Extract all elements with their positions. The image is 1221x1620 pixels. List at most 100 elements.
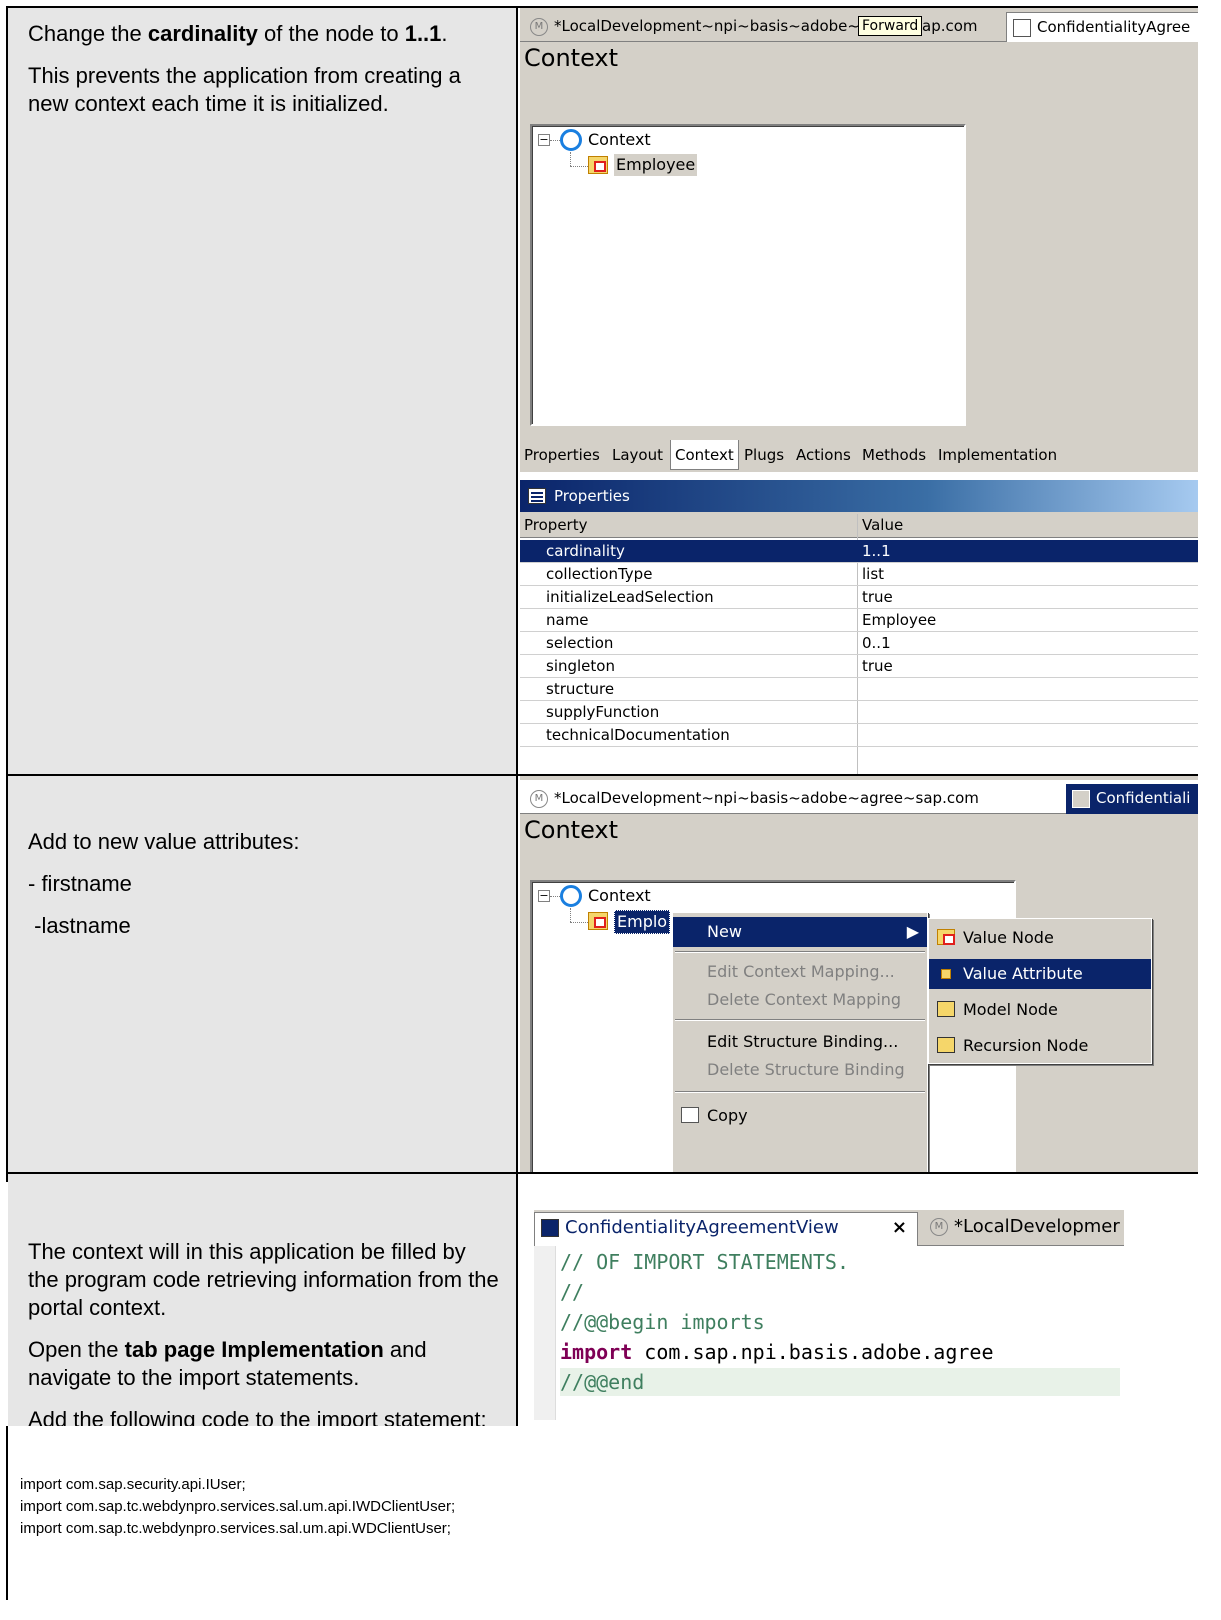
tab-properties[interactable]: Properties [524, 440, 600, 470]
editor-title: Context [524, 44, 619, 72]
menu-item-edit-structure-binding[interactable]: Edit Structure Binding... [673, 1027, 927, 1057]
property-row[interactable]: collectionType list [520, 563, 1198, 586]
menu-item-delete-context-mapping[interactable]: Delete Context Mapping [673, 985, 927, 1015]
menu-item-value-node[interactable]: Value Node [929, 923, 1151, 953]
editor-bottom-tabs: Properties Layout Context Plugs Actions … [520, 438, 1198, 472]
collapse-icon[interactable]: − [538, 134, 550, 146]
code-line: import com.sap.security.api.IUser; [20, 1476, 246, 1493]
step-row-imports: The context will in this application be … [8, 1174, 1198, 1434]
properties-table: Property Value cardinality 1..1 collectio… [520, 514, 1198, 774]
instruction-cell: Add to new value attributes: - firstname… [8, 776, 518, 1172]
model-icon: M [530, 18, 548, 36]
code-line: import com.sap.tc.webdynpro.services.sal… [20, 1498, 456, 1515]
editor-title: Context [524, 816, 619, 844]
tab-confidentiality-view[interactable]: ConfidentialityAgreementView × [534, 1212, 918, 1246]
property-row[interactable]: supplyFunction [520, 701, 1198, 724]
menu-item-edit-context-mapping[interactable]: Edit Context Mapping... [673, 957, 927, 987]
value-node-icon [588, 912, 608, 930]
view-icon [1072, 790, 1090, 808]
menu-item-model-node[interactable]: Model Node [929, 995, 1151, 1025]
properties-view-header: Properties [520, 480, 1198, 512]
properties-header: Property Value [520, 514, 1198, 538]
value-node-icon [588, 156, 608, 174]
code-line: import com.sap.tc.webdynpro.services.sal… [20, 1520, 451, 1537]
recursion-node-icon [937, 1037, 955, 1053]
context-editor: Context − Context Employee [520, 42, 1198, 446]
ide-window: M *LocalDevelopment~npi~basis~adobe~agre… [520, 776, 1198, 1172]
tab-confidentiality[interactable]: Confidentiali [1066, 784, 1198, 814]
view-icon [541, 1219, 559, 1237]
screenshot-cell: ConfidentialityAgreementView × M *LocalD… [520, 1174, 1198, 1432]
code-snippet: import com.sap.security.api.IUser; impor… [6, 1426, 1198, 1600]
value-attribute-icon [941, 969, 951, 979]
tab-context[interactable]: Context [670, 440, 739, 470]
tab-local-development[interactable]: M *LocalDevelopment~npi~basis~adobe~agre… [524, 784, 1060, 814]
tab-local-development[interactable]: M *LocalDevelopment~npi~basis~adobe~ Forw… [524, 12, 1000, 42]
new-submenu: Value Node Value Attribute Model Node Re… [928, 918, 1152, 1064]
property-row[interactable]: technicalDocumentation [520, 724, 1198, 747]
instruction-text: Add to new value attributes: [28, 829, 300, 854]
property-row[interactable]: initializeLeadSelection true [520, 586, 1198, 609]
instruction-text: Open the tab page Implementation and nav… [28, 1337, 427, 1390]
model-icon: M [530, 790, 548, 808]
code-line: // OF IMPORT STATEMENTS. [560, 1250, 849, 1274]
collapse-icon[interactable]: − [538, 890, 550, 902]
code-area[interactable]: // OF IMPORT STATEMENTS. // //@@begin im… [560, 1248, 1124, 1418]
instruction-table: Change the cardinality of the node to 1.… [6, 6, 1198, 1434]
code-editor-window: ConfidentialityAgreementView × M *LocalD… [534, 1210, 1124, 1420]
property-row[interactable]: structure [520, 678, 1198, 701]
instruction-text: -lastname [28, 913, 131, 938]
model-node-icon [937, 1001, 955, 1017]
close-icon[interactable]: × [892, 1213, 907, 1243]
screenshot-cell: M *LocalDevelopment~npi~basis~adobe~agre… [520, 776, 1198, 1172]
tab-plugs[interactable]: Plugs [744, 440, 784, 470]
column-property[interactable]: Property [524, 516, 587, 534]
menu-item-new[interactable]: New ▶ [673, 917, 927, 947]
property-row[interactable]: singleton true [520, 655, 1198, 678]
tree-item-context[interactable]: Context [588, 129, 651, 151]
instruction-text: Change the cardinality of the node to 1.… [28, 21, 448, 46]
step-row-value-attributes: Add to new value attributes: - firstname… [8, 776, 1198, 1174]
context-tree[interactable]: − Context Employee [530, 124, 966, 426]
property-row[interactable]: selection 0..1 [520, 632, 1198, 655]
screenshot-cell: M *LocalDevelopment~npi~basis~adobe~ Forw… [520, 8, 1198, 774]
editor-tabbar: M *LocalDevelopment~npi~basis~adobe~agre… [520, 780, 1198, 814]
menu-item-delete-structure-binding[interactable]: Delete Structure Binding [673, 1055, 927, 1085]
code-line: //@@end [560, 1368, 1120, 1396]
menu-item-copy[interactable]: Copy [673, 1101, 927, 1131]
instruction-text: This prevents the application from creat… [28, 63, 461, 116]
instruction-text: The context will in this application be … [28, 1239, 499, 1320]
property-row[interactable]: cardinality 1..1 [520, 540, 1198, 563]
context-node-icon [560, 885, 582, 907]
editor-tabbar: M *LocalDevelopment~npi~basis~adobe~ Forw… [520, 8, 1198, 42]
instruction-cell: The context will in this application be … [8, 1174, 518, 1432]
tab-local-development[interactable]: M *LocalDevelopmer [924, 1212, 1124, 1246]
property-row[interactable]: name Employee [520, 609, 1198, 632]
editor-tabbar: ConfidentialityAgreementView × M *LocalD… [534, 1210, 1124, 1246]
model-icon: M [930, 1218, 948, 1236]
tree-item-employee[interactable]: Employee [614, 154, 698, 176]
tab-confidentiality[interactable]: ConfidentialityAgree [1006, 12, 1198, 42]
tree-item-employee[interactable]: Emplo [614, 910, 671, 934]
tab-layout[interactable]: Layout [612, 440, 663, 470]
tab-methods[interactable]: Methods [862, 440, 926, 470]
code-line: import com.sap.npi.basis.adobe.agree [560, 1340, 994, 1364]
tab-implementation[interactable]: Implementation [938, 440, 1057, 470]
context-node-icon [560, 129, 582, 151]
tab-actions[interactable]: Actions [796, 440, 851, 470]
code-line: //@@begin imports [560, 1310, 765, 1334]
editor-gutter [534, 1246, 556, 1420]
view-icon [1013, 19, 1031, 37]
context-menu: New ▶ Edit Context Mapping... Delete Cont… [672, 912, 928, 1172]
menu-item-value-attribute[interactable]: Value Attribute [929, 959, 1151, 989]
copy-icon [681, 1107, 699, 1123]
properties-icon [528, 488, 546, 504]
ide-window: M *LocalDevelopment~npi~basis~adobe~ Forw… [520, 8, 1198, 774]
menu-item-recursion-node[interactable]: Recursion Node [929, 1031, 1151, 1061]
instruction-cell: Change the cardinality of the node to 1.… [8, 8, 518, 774]
column-value[interactable]: Value [862, 516, 903, 534]
tree-item-context[interactable]: Context [588, 885, 651, 907]
step-row-cardinality: Change the cardinality of the node to 1.… [8, 8, 1198, 776]
code-line: // [560, 1280, 585, 1304]
instruction-text: - firstname [28, 871, 132, 896]
